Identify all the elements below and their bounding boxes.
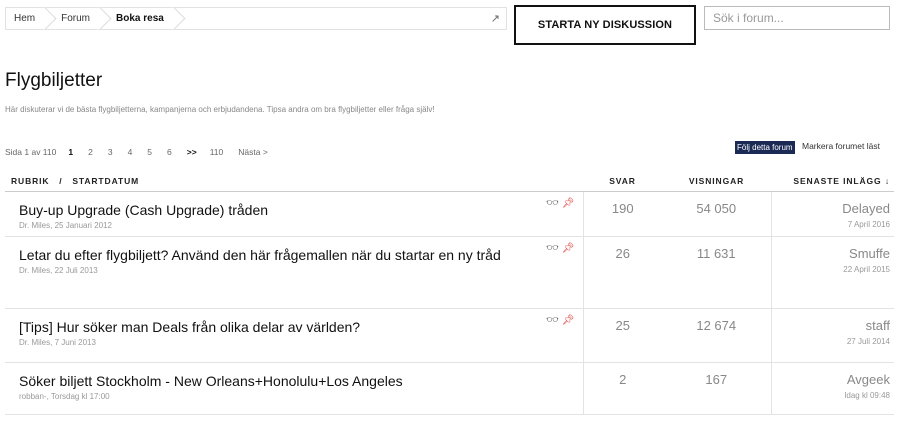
reply-count: 25 bbox=[582, 308, 662, 363]
page-link-5[interactable]: 5 bbox=[147, 147, 152, 157]
thread-start-date: Torsdag kl 17:00 bbox=[50, 391, 110, 401]
pagination: Sida 1 av 110 1 2 3 4 5 6 >> 110 Nästa > bbox=[5, 147, 283, 157]
table-row: Buy-up Upgrade (Cash Upgrade) tråden Dr.… bbox=[5, 191, 894, 237]
start-new-discussion-button[interactable]: STARTA NY DISKUSSION bbox=[514, 5, 696, 45]
thread-meta: Dr. Miles, 22 Juli 2013 bbox=[19, 265, 98, 275]
last-post-cell: staff 27 Juli 2014 bbox=[770, 308, 894, 363]
column-last-post-label: SENASTE INLÄGG bbox=[793, 175, 882, 186]
thread-author[interactable]: Dr. Miles bbox=[19, 221, 50, 230]
thread-meta: robban-, Torsdag kl 17:00 bbox=[19, 391, 110, 401]
last-post-user[interactable]: staff bbox=[772, 318, 890, 333]
forum-description: Här diskuterar vi de bästa flygbiljetter… bbox=[5, 105, 435, 114]
glasses-icon: 👓︎ bbox=[546, 314, 559, 326]
last-post-time: 27 Juli 2014 bbox=[846, 336, 890, 346]
breadcrumb-item-hem[interactable]: Hem bbox=[6, 6, 57, 31]
last-post-cell: Smuffe 22 April 2015 bbox=[770, 236, 894, 309]
page-link-3[interactable]: 3 bbox=[108, 147, 113, 157]
follow-forum-link[interactable]: Följ detta forum bbox=[735, 141, 795, 154]
jump-arrow-icon[interactable]: ↗ bbox=[491, 12, 500, 25]
thread-table: RUBRIK / STARTDATUM SVAR VISNINGAR SENAS… bbox=[5, 171, 894, 415]
pin-icon: 📌︎ bbox=[561, 197, 575, 209]
reply-count: 190 bbox=[582, 191, 662, 237]
thread-subject-cell: Söker biljett Stockholm - New Orleans+Ho… bbox=[5, 362, 583, 415]
thread-author[interactable]: Dr. Miles bbox=[19, 266, 50, 275]
last-post-user[interactable]: Smuffe bbox=[772, 246, 890, 261]
thread-start-date: 7 Juni 2013 bbox=[54, 337, 96, 347]
column-divider: / bbox=[59, 175, 63, 186]
page-link-4[interactable]: 4 bbox=[128, 147, 133, 157]
thread-subject-cell: Buy-up Upgrade (Cash Upgrade) tråden Dr.… bbox=[5, 191, 583, 237]
column-header-subject[interactable]: RUBRIK / STARTDATUM bbox=[5, 171, 583, 192]
view-count: 54 050 bbox=[662, 191, 771, 237]
pin-icon: 📌︎ bbox=[561, 314, 575, 326]
thread-meta: Dr. Miles, 25 Januari 2012 bbox=[19, 220, 112, 230]
view-count: 167 bbox=[662, 362, 771, 415]
last-post-time: 22 April 2015 bbox=[843, 264, 890, 274]
sort-arrow-icon: ↓ bbox=[884, 175, 890, 186]
page-link-6[interactable]: 6 bbox=[167, 147, 172, 157]
page-link-1[interactable]: 1 bbox=[68, 147, 73, 157]
glasses-icon: 👓︎ bbox=[546, 197, 559, 209]
thread-subject-cell: Letar du efter flygbiljett? Använd den h… bbox=[5, 236, 583, 309]
column-start-date-label[interactable]: STARTDATUM bbox=[72, 176, 139, 186]
page-info: Sida 1 av 110 bbox=[5, 147, 57, 157]
column-subject-label: RUBRIK bbox=[11, 175, 50, 186]
table-row: [Tips] Hur söker man Deals från olika de… bbox=[5, 308, 894, 363]
page-title: Flygbiljetter bbox=[5, 70, 103, 91]
view-count: 12 674 bbox=[662, 308, 771, 363]
thread-title-link[interactable]: Buy-up Upgrade (Cash Upgrade) tråden bbox=[19, 200, 571, 220]
page-link-2[interactable]: 2 bbox=[88, 147, 93, 157]
thread-subject-cell: [Tips] Hur söker man Deals från olika de… bbox=[5, 308, 583, 363]
thread-title-link[interactable]: Söker biljett Stockholm - New Orleans+Ho… bbox=[19, 371, 571, 391]
mark-forum-read-link[interactable]: Markera forumet läst bbox=[802, 141, 880, 151]
breadcrumb: Hem Forum Boka resa ↗ bbox=[5, 6, 507, 31]
thread-icons: 👓︎ 📌︎ bbox=[546, 198, 574, 209]
reply-count: 2 bbox=[582, 362, 662, 415]
thread-title-link[interactable]: Letar du efter flygbiljett? Använd den h… bbox=[19, 245, 571, 265]
next-page-link[interactable]: Nästa > bbox=[238, 147, 268, 157]
last-post-time: Idag kl 09:48 bbox=[844, 390, 890, 400]
last-post-cell: Avgeek Idag kl 09:48 bbox=[770, 362, 894, 415]
column-header-last-post[interactable]: SENASTE INLÄGG ↓ bbox=[771, 171, 894, 192]
thread-author[interactable]: robban- bbox=[19, 392, 47, 401]
column-header-replies[interactable]: SVAR bbox=[583, 171, 662, 192]
page-jump-link[interactable]: >> bbox=[187, 147, 197, 157]
last-post-user[interactable]: Avgeek bbox=[772, 372, 890, 387]
breadcrumb-label: Hem bbox=[14, 13, 36, 24]
breadcrumb-item-boka-resa[interactable]: Boka resa bbox=[102, 6, 186, 31]
table-row: Söker biljett Stockholm - New Orleans+Ho… bbox=[5, 362, 894, 415]
view-count: 11 631 bbox=[662, 236, 771, 309]
thread-author[interactable]: Dr. Miles bbox=[19, 338, 50, 347]
thread-icons: 👓︎ 📌︎ bbox=[546, 243, 574, 254]
page-link-last[interactable]: 110 bbox=[210, 147, 224, 157]
glasses-icon: 👓︎ bbox=[546, 242, 559, 254]
table-row: Letar du efter flygbiljett? Använd den h… bbox=[5, 236, 894, 309]
breadcrumb-label: Boka resa bbox=[116, 13, 164, 24]
last-post-cell: Delayed 7 April 2016 bbox=[770, 191, 894, 237]
last-post-time: 7 April 2016 bbox=[847, 219, 890, 229]
last-post-user[interactable]: Delayed bbox=[772, 201, 890, 216]
breadcrumb-label: Forum bbox=[61, 13, 91, 24]
search-input[interactable] bbox=[704, 6, 890, 30]
reply-count: 26 bbox=[582, 236, 662, 309]
thread-meta: Dr. Miles, 7 Juni 2013 bbox=[19, 337, 96, 347]
thread-title-link[interactable]: [Tips] Hur söker man Deals från olika de… bbox=[19, 317, 571, 337]
pin-icon: 📌︎ bbox=[561, 242, 575, 254]
breadcrumb-separator bbox=[161, 6, 186, 31]
thread-start-date: 25 Januari 2012 bbox=[54, 220, 112, 230]
thread-icons: 👓︎ 📌︎ bbox=[546, 315, 574, 326]
thread-start-date: 22 Juli 2013 bbox=[54, 265, 98, 275]
table-header-row: RUBRIK / STARTDATUM SVAR VISNINGAR SENAS… bbox=[5, 171, 894, 192]
column-header-views[interactable]: VISNINGAR bbox=[662, 171, 771, 192]
